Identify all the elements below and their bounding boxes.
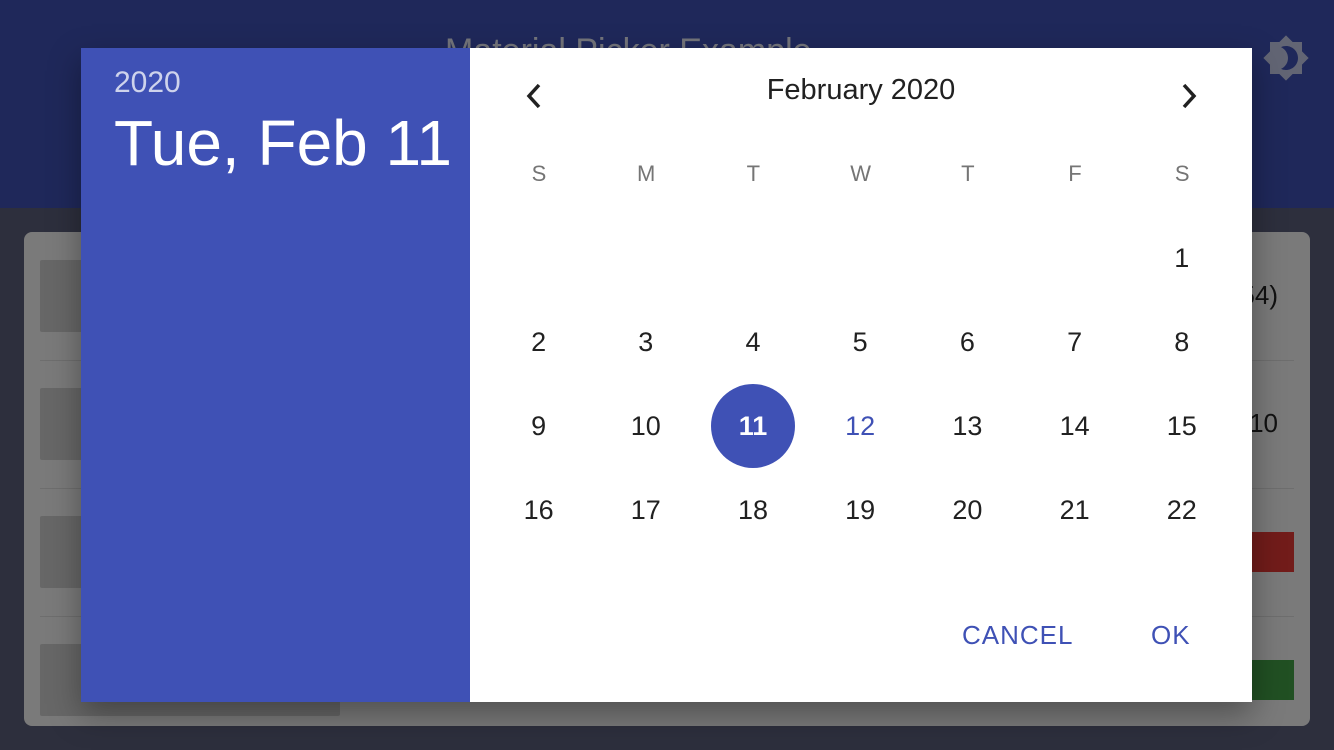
day-cell[interactable]: 13	[925, 384, 1009, 468]
day-cell[interactable]: 18	[711, 468, 795, 552]
date-picker-header: 2020 Tue, Feb 11	[81, 48, 470, 702]
weekday-label: S	[531, 161, 547, 186]
day-cell[interactable]: 8	[1140, 300, 1224, 384]
day-cell[interactable]: 14	[1033, 384, 1117, 468]
day-cell[interactable]: 22	[1140, 468, 1224, 552]
calendar: February 2020 SMTWTFS 1 2 3 4 5 6 7 8 9 10 11 12 13 1…	[470, 48, 1252, 702]
day-cell[interactable]: 10	[604, 384, 688, 468]
selected-date[interactable]: Tue, Feb 11	[114, 106, 452, 180]
weekday-label: S	[1174, 161, 1190, 186]
ok-button[interactable]: OK	[1151, 620, 1191, 651]
day-cell[interactable]: 21	[1033, 468, 1117, 552]
day-cell[interactable]: 20	[925, 468, 1009, 552]
month-label: February 2020	[766, 74, 956, 106]
day-cell[interactable]: 12	[818, 384, 902, 468]
day-cell[interactable]: 15	[1140, 384, 1224, 468]
day-cell[interactable]: 4	[711, 300, 795, 384]
day-cell[interactable]: 16	[497, 468, 581, 552]
weekday-label: T	[961, 161, 975, 186]
cancel-button[interactable]: CANCEL	[962, 620, 1073, 651]
day-cell[interactable]: 19	[818, 468, 902, 552]
day-cell[interactable]: 6	[925, 300, 1009, 384]
chevron-right-icon	[1182, 83, 1197, 109]
next-month-button[interactable]	[1165, 72, 1213, 120]
day-cell[interactable]: 1	[1140, 216, 1224, 300]
weekday-label: F	[1068, 161, 1082, 186]
day-cell-selected[interactable]: 11	[711, 384, 795, 468]
date-picker-dialog: 2020 Tue, Feb 11 February 2020 S M T W T F S 1…	[81, 48, 1252, 702]
day-cell[interactable]: 3	[604, 300, 688, 384]
weekday-label: M	[637, 161, 656, 186]
weekday-label: W	[850, 161, 871, 186]
day-cell[interactable]: 7	[1033, 300, 1117, 384]
day-cell[interactable]: 9	[497, 384, 581, 468]
day-cell[interactable]: 2	[497, 300, 581, 384]
day-cell[interactable]: 17	[604, 468, 688, 552]
day-cell[interactable]: 5	[818, 300, 902, 384]
selected-year[interactable]: 2020	[114, 66, 181, 100]
weekday-label: T	[746, 161, 761, 186]
